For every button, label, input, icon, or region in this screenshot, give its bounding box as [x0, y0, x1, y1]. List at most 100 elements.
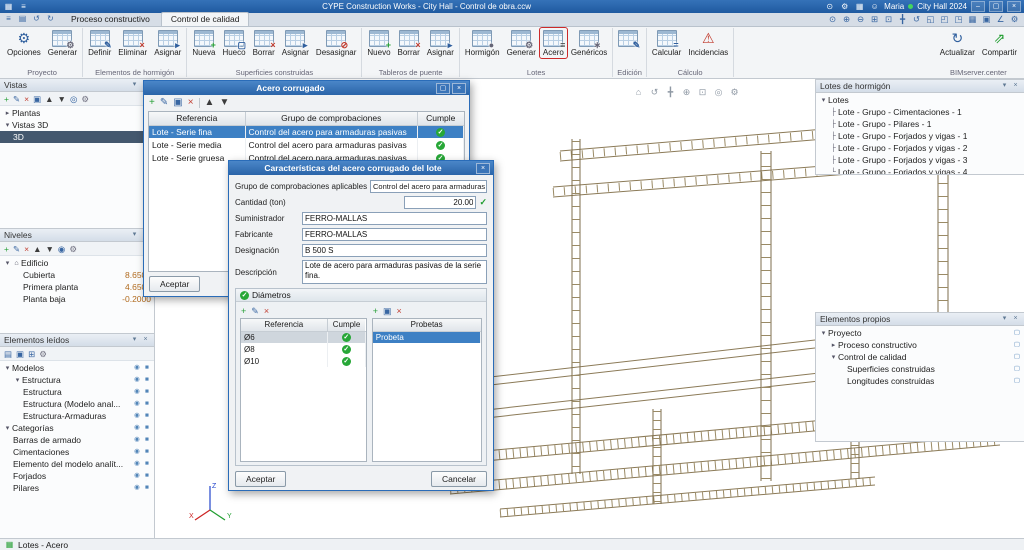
eye-icon[interactable]: ◉ [133, 447, 141, 457]
lock-icon[interactable]: ■ [143, 399, 151, 409]
eye-icon[interactable]: ◉ [133, 375, 141, 385]
add-icon[interactable]: + [149, 98, 155, 108]
generar-proyecto-button[interactable]: ⚙ Generar [45, 28, 80, 58]
level-row[interactable]: Cubierta8.6500 [0, 269, 154, 281]
definir-button[interactable]: ✎ Definir [85, 28, 114, 58]
zoom-window-icon[interactable]: ⊞ [869, 14, 880, 24]
tree-item-lote[interactable]: ├Lote - Grupo - Forjados y vigas - 2 [816, 142, 1024, 154]
aceptar-button[interactable]: Aceptar [235, 471, 286, 487]
orbit-icon[interactable]: ↺ [911, 14, 922, 24]
tree-item-proyecto[interactable]: ▾Proyecto ▢ [816, 327, 1024, 339]
move-down-icon[interactable]: ▼ [58, 94, 66, 104]
cancelar-button[interactable]: Cancelar [431, 471, 487, 487]
tree-item-category[interactable]: Pilares ◉■ [0, 482, 154, 494]
zoom-extents-icon[interactable]: ⊡ [883, 14, 894, 24]
delete-icon[interactable]: × [264, 306, 269, 316]
tree-item-model[interactable]: Estructura ◉■ [0, 386, 154, 398]
eye-icon[interactable]: ◉ [133, 483, 141, 493]
tree-item-categorias[interactable]: ▾Categorías ◉■ [0, 422, 154, 434]
close-icon[interactable]: × [141, 335, 150, 345]
maximize-icon[interactable]: ▢ [436, 83, 450, 94]
settings-icon[interactable]: ⚙ [39, 349, 47, 359]
asignar-hormigon-button[interactable]: ▸ Asignar [151, 28, 184, 58]
cantidad-input[interactable] [404, 196, 476, 209]
filter-categories-icon[interactable]: ▣ [16, 349, 24, 359]
add-level-icon[interactable]: + [4, 244, 9, 254]
table-row[interactable]: Lote - Serie mediaControl del acero para… [149, 138, 464, 151]
edicion-button[interactable]: ✎ [615, 28, 641, 48]
edit-level-icon[interactable]: ✎ [13, 244, 20, 254]
move-down-icon[interactable]: ▼ [219, 98, 229, 108]
gear-icon[interactable]: ⚙ [839, 2, 850, 12]
new-view-icon[interactable]: + [4, 94, 9, 104]
zoom-in-icon[interactable]: ⊕ [841, 14, 852, 24]
tree-item-modelos[interactable]: ▾Modelos ◉■ [0, 362, 154, 374]
search-icon[interactable]: ⊙ [824, 2, 835, 12]
collapse-icon[interactable]: ▾ [1000, 314, 1009, 324]
desasignar-superficie-button[interactable]: ⊘ Desasignar [313, 28, 359, 58]
edit-icon[interactable]: ✎ [251, 306, 259, 316]
grid-icon[interactable]: ▦ [854, 2, 865, 12]
level-row[interactable]: Planta baja-0.2000 [0, 293, 154, 305]
add-icon[interactable]: + [373, 306, 378, 316]
nueva-superficie-button[interactable]: + Nueva [189, 28, 218, 58]
lock-icon[interactable]: ■ [143, 483, 151, 493]
delete-level-icon[interactable]: × [24, 244, 29, 254]
col-header[interactable]: Referencia [241, 319, 327, 331]
delete-icon[interactable]: × [188, 98, 194, 108]
settings-icon[interactable]: ⚙ [69, 244, 77, 254]
add-icon[interactable]: + [241, 306, 246, 316]
grupo-select[interactable]: Control del acero para armaduras pasivas… [370, 180, 487, 193]
tab-control-de-calidad[interactable]: Control de calidad [161, 12, 250, 26]
move-up-icon[interactable]: ▲ [33, 244, 41, 254]
delete-icon[interactable]: × [397, 306, 402, 316]
lock-icon[interactable]: ■ [143, 411, 151, 421]
close-icon[interactable]: × [1011, 314, 1020, 324]
settings-icon[interactable]: ⚙ [729, 87, 740, 97]
close-icon[interactable]: × [476, 163, 490, 174]
eye-icon[interactable]: ◉ [133, 387, 141, 397]
iso-view-icon[interactable]: ◳ [953, 14, 964, 24]
eye-icon[interactable]: ◉ [133, 363, 141, 373]
tree-item-model[interactable]: Estructura (Modelo anal... ◉■ [0, 398, 154, 410]
undo-icon[interactable]: ↺ [31, 14, 42, 24]
filter-models-icon[interactable]: ▤ [4, 349, 12, 359]
lock-icon[interactable]: ■ [143, 375, 151, 385]
table-row[interactable]: Lote - Serie finaControl del acero para … [149, 125, 464, 138]
tree-item-lote[interactable]: └Lote - Grupo - Forjados y vigas - 4 [816, 166, 1024, 174]
home-view-icon[interactable]: ⌂ [633, 87, 644, 97]
generar-lotes-button[interactable]: ⚙ Generar [504, 28, 539, 58]
doc-icon[interactable]: ▢ [1013, 376, 1021, 386]
actualizar-button[interactable]: ↻ Actualizar [937, 28, 978, 58]
eye-icon[interactable]: ◉ [133, 435, 141, 445]
settings-icon[interactable]: ⚙ [81, 94, 89, 104]
hueco-button[interactable]: ▢ Hueco [219, 28, 248, 58]
nuevo-tablero-button[interactable]: + Nuevo [364, 28, 393, 58]
menu-icon[interactable]: ≡ [18, 2, 29, 12]
maximize-button[interactable]: ▢ [989, 1, 1003, 12]
table-row[interactable]: Probeta [373, 331, 481, 343]
lock-icon[interactable]: ■ [143, 423, 151, 433]
doc-icon[interactable]: ▢ [1013, 352, 1021, 362]
settings-icon[interactable]: ⚙ [1009, 14, 1020, 24]
asignar-superficie-button[interactable]: ▸ Asignar [279, 28, 312, 58]
calcular-button[interactable]: = Calcular [649, 28, 684, 58]
tab-proceso-constructivo[interactable]: Proceso constructivo [61, 12, 160, 26]
col-header[interactable]: Grupo de comprobaciones [245, 112, 418, 125]
collapse-icon[interactable]: ▾ [130, 230, 139, 240]
col-header[interactable]: Cumple [327, 319, 365, 331]
tree-item-edificio[interactable]: ▾⌂Edificio [0, 257, 154, 269]
compartir-button[interactable]: ⇗ Compartir [979, 28, 1020, 58]
orbit-icon[interactable]: ↺ [649, 87, 660, 97]
wireframe-icon[interactable]: ▦ [967, 14, 978, 24]
pan-icon[interactable]: ╋ [897, 14, 908, 24]
col-header[interactable]: Referencia [149, 112, 245, 125]
tree-item-superficies[interactable]: Superficies construidas ▢ [816, 363, 1024, 375]
move-down-icon[interactable]: ▼ [45, 244, 53, 254]
tree-item-category[interactable]: Barras de armado ◉■ [0, 434, 154, 446]
tree-item-lote[interactable]: ├Lote - Grupo - Cimentaciones - 1 [816, 106, 1024, 118]
eliminar-button[interactable]: × Eliminar [115, 28, 150, 58]
pan-icon[interactable]: ╋ [665, 87, 676, 97]
eye-icon[interactable]: ◉ [133, 399, 141, 409]
close-button[interactable]: × [1007, 1, 1021, 12]
